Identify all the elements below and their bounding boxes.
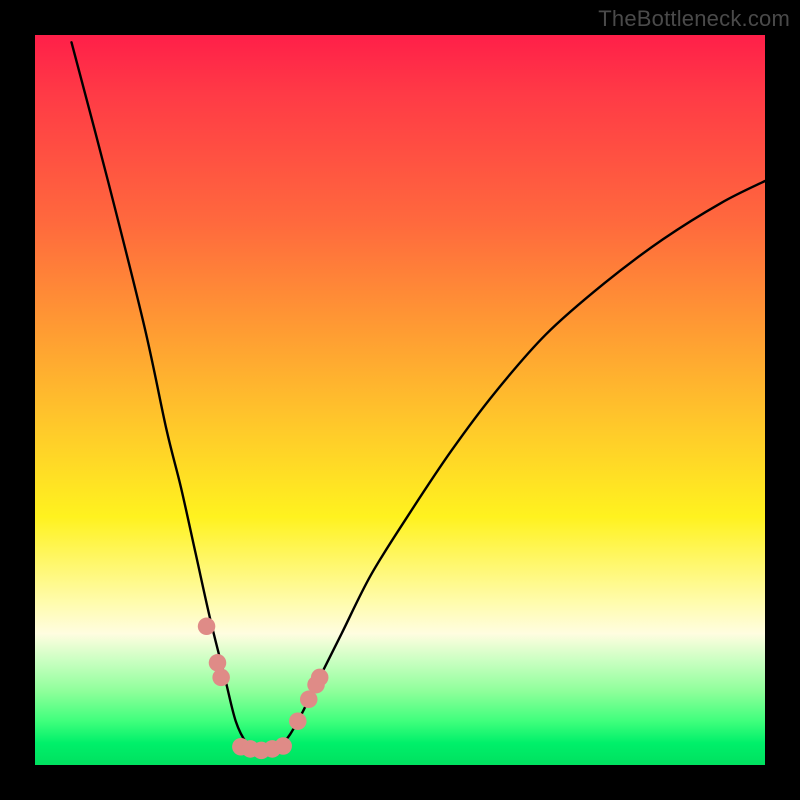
chart-frame: TheBottleneck.com xyxy=(0,0,800,800)
marker-dot xyxy=(209,654,227,672)
plot-area xyxy=(35,35,765,765)
marker-dot xyxy=(212,669,230,687)
watermark-text: TheBottleneck.com xyxy=(598,6,790,32)
marker-dot xyxy=(198,618,216,636)
marker-dot xyxy=(289,712,307,730)
curve-markers xyxy=(35,35,765,765)
marker-dot xyxy=(274,737,292,755)
marker-dot xyxy=(311,669,329,687)
